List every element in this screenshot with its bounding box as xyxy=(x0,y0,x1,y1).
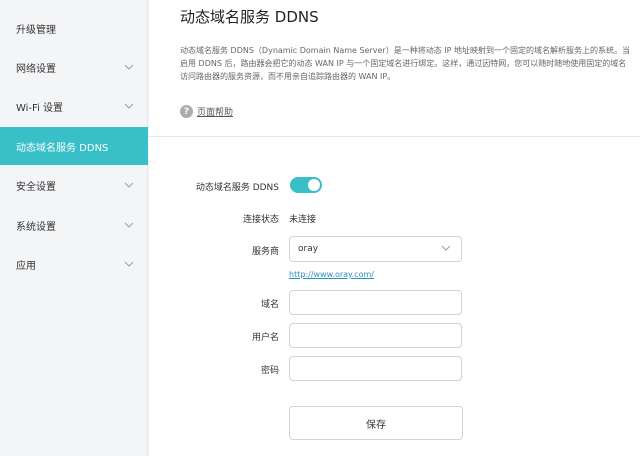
sidebar-item-label: 网络设置 xyxy=(16,63,56,75)
ddns-toggle-label: 动态域名服务 DDNS xyxy=(195,183,279,193)
username-field[interactable] xyxy=(289,323,462,348)
chevron-down-icon xyxy=(124,180,134,190)
sidebar: 升级管理 网络设置 Wi-Fi 设置 动态域名服务 DDNS 安全设置 系统设置… xyxy=(0,0,148,456)
username-label: 用户名 xyxy=(251,333,279,343)
provider-website-link[interactable]: http://www.oray.com/ xyxy=(289,270,374,279)
sidebar-item-label: 系统设置 xyxy=(16,221,56,233)
page-title: 动态域名服务 DDNS xyxy=(180,8,319,26)
chevron-down-icon xyxy=(441,243,451,256)
page-help-link[interactable]: ? 页面帮助 xyxy=(180,105,233,118)
help-label: 页面帮助 xyxy=(197,108,234,118)
help-icon: ? xyxy=(180,105,193,118)
save-button[interactable]: 保存 xyxy=(289,406,463,440)
domain-label: 域名 xyxy=(260,300,279,310)
sidebar-item-wifi[interactable]: Wi-Fi 设置 xyxy=(0,87,148,125)
sidebar-item-network[interactable]: 网络设置 xyxy=(0,48,148,86)
chevron-down-icon xyxy=(124,220,134,230)
sidebar-item-upgrade[interactable]: 升级管理 xyxy=(0,9,148,47)
domain-field[interactable] xyxy=(289,290,462,315)
page-description: 动态域名服务 DDNS（Dynamic Domain Name Server）是… xyxy=(180,46,630,81)
sidebar-item-security[interactable]: 安全设置 xyxy=(0,166,148,204)
sidebar-item-label: 动态域名服务 DDNS xyxy=(16,142,109,154)
chevron-down-icon xyxy=(124,62,134,72)
provider-label: 服务商 xyxy=(251,247,279,257)
provider-selected-value: oray xyxy=(298,244,319,254)
sidebar-item-label: 应用 xyxy=(16,260,36,272)
sidebar-item-label: 升级管理 xyxy=(16,24,56,36)
sidebar-item-label: 安全设置 xyxy=(16,181,56,193)
password-field[interactable] xyxy=(289,356,462,381)
sidebar-item-label: Wi-Fi 设置 xyxy=(16,102,64,114)
sidebar-item-system[interactable]: 系统设置 xyxy=(0,206,148,244)
sidebar-item-ddns[interactable]: 动态域名服务 DDNS xyxy=(0,127,148,165)
ddns-toggle[interactable] xyxy=(290,177,322,193)
chevron-down-icon xyxy=(124,259,134,269)
provider-select[interactable]: oray xyxy=(289,236,462,262)
toggle-knob xyxy=(308,179,320,191)
status-value: 未连接 xyxy=(289,215,317,225)
page-header: 动态域名服务 DDNS 动态域名服务 DDNS（Dynamic Domain N… xyxy=(149,0,640,137)
main-panel: 动态域名服务 DDNS 动态域名服务 DDNS（Dynamic Domain N… xyxy=(149,0,640,456)
sidebar-item-apps[interactable]: 应用 xyxy=(0,245,148,283)
chevron-down-icon xyxy=(124,101,134,111)
status-label: 连接状态 xyxy=(242,215,279,225)
password-label: 密码 xyxy=(260,366,279,376)
